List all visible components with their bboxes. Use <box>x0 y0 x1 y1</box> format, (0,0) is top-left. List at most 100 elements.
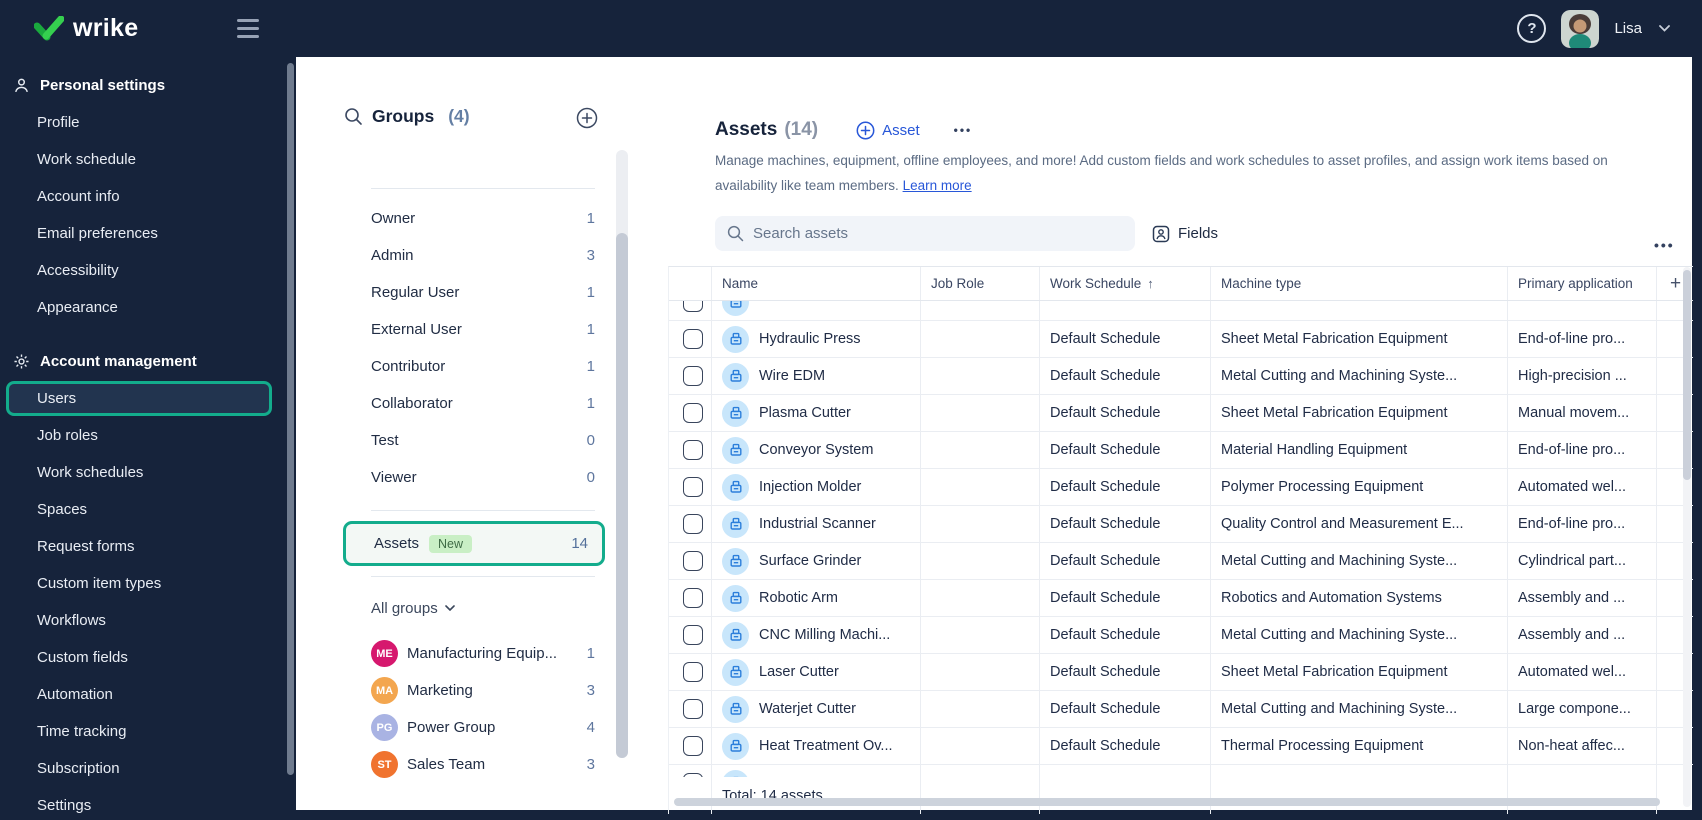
sidebar-item-automation[interactable]: Automation <box>0 676 296 713</box>
total-cell: Total: 14 assets <box>712 777 921 814</box>
add-group-icon[interactable] <box>576 107 598 129</box>
column-header-work-schedule[interactable]: Work Schedule ↑ <box>1040 267 1211 300</box>
groups-scrollbar-thumb[interactable] <box>616 233 628 758</box>
sidebar-item-account-info[interactable]: Account info <box>0 178 296 215</box>
group-row-viewer[interactable]: Viewer 0 <box>371 459 595 496</box>
sidebar-item-email-preferences[interactable]: Email preferences <box>0 215 296 252</box>
table-row-plasma-cutter[interactable]: Plasma Cutter Default Schedule Sheet Metal… <box>669 395 1693 432</box>
sidebar-item-work-schedule[interactable]: Work schedule <box>0 141 296 178</box>
row-checkbox[interactable] <box>683 736 703 756</box>
group-row-sales-team[interactable]: ST Sales Team 3 <box>371 746 595 783</box>
table-row-heat-treatment-ov[interactable]: Heat Treatment Ov... Default Schedule Ther… <box>669 728 1693 765</box>
group-row-regular-user[interactable]: Regular User 1 <box>371 274 595 311</box>
column-header-machine-type[interactable]: Machine type <box>1211 267 1508 300</box>
column-header-name[interactable]: Name <box>712 267 921 300</box>
help-icon[interactable]: ? <box>1517 14 1547 43</box>
menu-icon[interactable] <box>237 19 259 38</box>
vertical-scrollbar-thumb[interactable] <box>1683 270 1691 480</box>
sidebar-item-subscription[interactable]: Subscription <box>0 750 296 787</box>
sidebar-item-request-forms[interactable]: Request forms <box>0 528 296 565</box>
horizontal-scrollbar[interactable] <box>674 798 1660 806</box>
row-checkbox[interactable] <box>683 403 703 423</box>
row-checkbox[interactable] <box>683 514 703 534</box>
row-checkbox[interactable] <box>683 329 703 349</box>
assets-label: Assets <box>374 535 420 552</box>
table-row[interactable] <box>669 301 1693 321</box>
group-row-marketing[interactable]: MA Marketing 3 <box>371 672 595 709</box>
group-row-test[interactable]: Test 0 <box>371 422 595 459</box>
sidebar-item-custom-fields[interactable]: Custom fields <box>0 639 296 676</box>
group-row-manufacturing-equip[interactable]: ME Manufacturing Equip... 1 <box>371 635 595 672</box>
user-name[interactable]: Lisa <box>1614 20 1642 37</box>
wrike-logo[interactable]: wrike <box>34 14 138 43</box>
asset-icon <box>722 695 749 723</box>
asset-icon <box>722 399 749 427</box>
fields-button[interactable]: Fields <box>1152 220 1218 247</box>
name-cell: Heat Treatment Ov... <box>712 728 921 764</box>
sidebar-item-spaces[interactable]: Spaces <box>0 491 296 528</box>
row-checkbox[interactable] <box>683 366 703 386</box>
table-more-icon[interactable]: ••• <box>1654 237 1675 253</box>
group-row-power-group[interactable]: PG Power Group 4 <box>371 709 595 746</box>
table-row-injection-molder[interactable]: Injection Molder Default Schedule Polymer … <box>669 469 1693 506</box>
asset-icon <box>722 473 749 501</box>
vertical-scrollbar[interactable] <box>1683 267 1691 807</box>
row-checkbox[interactable] <box>683 440 703 460</box>
group-row-external-user[interactable]: External User 1 <box>371 311 595 348</box>
sidebar-item-time-tracking[interactable]: Time tracking <box>0 713 296 750</box>
groups-scrollbar[interactable] <box>616 150 628 758</box>
sidebar-item-job-roles[interactable]: Job roles <box>0 417 296 454</box>
name-cell: Surface Grinder <box>712 543 921 579</box>
sidebar-item-appearance[interactable]: Appearance <box>0 289 296 326</box>
table-row-hydraulic-press[interactable]: Hydraulic Press Default Schedule Sheet Met… <box>669 321 1693 358</box>
sidebar-section-label: Account management <box>40 353 197 370</box>
chevron-down-icon[interactable] <box>1659 25 1670 32</box>
table-row-waterjet-cutter[interactable]: Waterjet Cutter Default Schedule Metal Cut… <box>669 691 1693 728</box>
work-schedule-cell: Default Schedule <box>1040 654 1211 690</box>
machine-type-value: Robotics and Automation Systems <box>1221 590 1442 606</box>
sidebar-item-assets[interactable]: Assets New 14 <box>343 521 605 566</box>
add-asset-button[interactable]: Asset <box>856 121 920 140</box>
row-checkbox[interactable] <box>683 625 703 645</box>
search-assets-box[interactable] <box>715 216 1135 251</box>
divider <box>371 510 595 511</box>
sidebar-item-workflows[interactable]: Workflows <box>0 602 296 639</box>
group-row-admin[interactable]: Admin 3 <box>371 237 595 274</box>
row-checkbox[interactable] <box>683 662 703 682</box>
asset-name: Laser Cutter <box>759 664 839 680</box>
row-checkbox[interactable] <box>683 551 703 571</box>
table-row-industrial-scanner[interactable]: Industrial Scanner Default Schedule Qualit… <box>669 506 1693 543</box>
sidebar-item-accessibility[interactable]: Accessibility <box>0 252 296 289</box>
sidebar-section-account-management: Account management <box>0 343 296 380</box>
row-checkbox[interactable] <box>683 699 703 719</box>
more-actions-icon[interactable]: ••• <box>954 123 973 137</box>
sidebar-scrollbar[interactable] <box>287 63 294 775</box>
learn-more-link[interactable]: Learn more <box>903 178 972 193</box>
table-row[interactable] <box>669 765 1693 777</box>
sidebar-item-settings[interactable]: Settings <box>0 787 296 820</box>
primary-application-value: Assembly and ... <box>1518 627 1626 643</box>
sidebar-item-users[interactable]: Users <box>6 381 272 416</box>
row-checkbox[interactable] <box>683 477 703 497</box>
column-header-primary-application[interactable]: Primary application <box>1508 267 1657 300</box>
table-row-laser-cutter[interactable]: Laser Cutter Default Schedule Sheet Metal … <box>669 654 1693 691</box>
group-row-owner[interactable]: Owner 1 <box>371 200 595 237</box>
search-assets-input[interactable] <box>753 225 1123 242</box>
table-row-wire-edm[interactable]: Wire EDM Default Schedule Metal Cutting an… <box>669 358 1693 395</box>
sidebar-item-work-schedules[interactable]: Work schedules <box>0 454 296 491</box>
search-icon[interactable] <box>344 107 363 126</box>
row-checkbox[interactable] <box>683 588 703 608</box>
all-groups-dropdown[interactable]: All groups <box>371 595 455 621</box>
name-cell <box>712 765 921 777</box>
group-row-collaborator[interactable]: Collaborator 1 <box>371 385 595 422</box>
group-row-contributor[interactable]: Contributor 1 <box>371 348 595 385</box>
column-header-job-role[interactable]: Job Role <box>921 267 1040 300</box>
avatar[interactable] <box>1561 9 1600 48</box>
row-checkbox[interactable] <box>683 301 703 312</box>
table-row-surface-grinder[interactable]: Surface Grinder Default Schedule Metal Cut… <box>669 543 1693 580</box>
sidebar-item-profile[interactable]: Profile <box>0 104 296 141</box>
sidebar-item-custom-item-types[interactable]: Custom item types <box>0 565 296 602</box>
table-row-conveyor-system[interactable]: Conveyor System Default Schedule Material … <box>669 432 1693 469</box>
table-row-robotic-arm[interactable]: Robotic Arm Default Schedule Robotics and … <box>669 580 1693 617</box>
table-row-cnc-milling-machi[interactable]: CNC Milling Machi... Default Schedule Meta… <box>669 617 1693 654</box>
